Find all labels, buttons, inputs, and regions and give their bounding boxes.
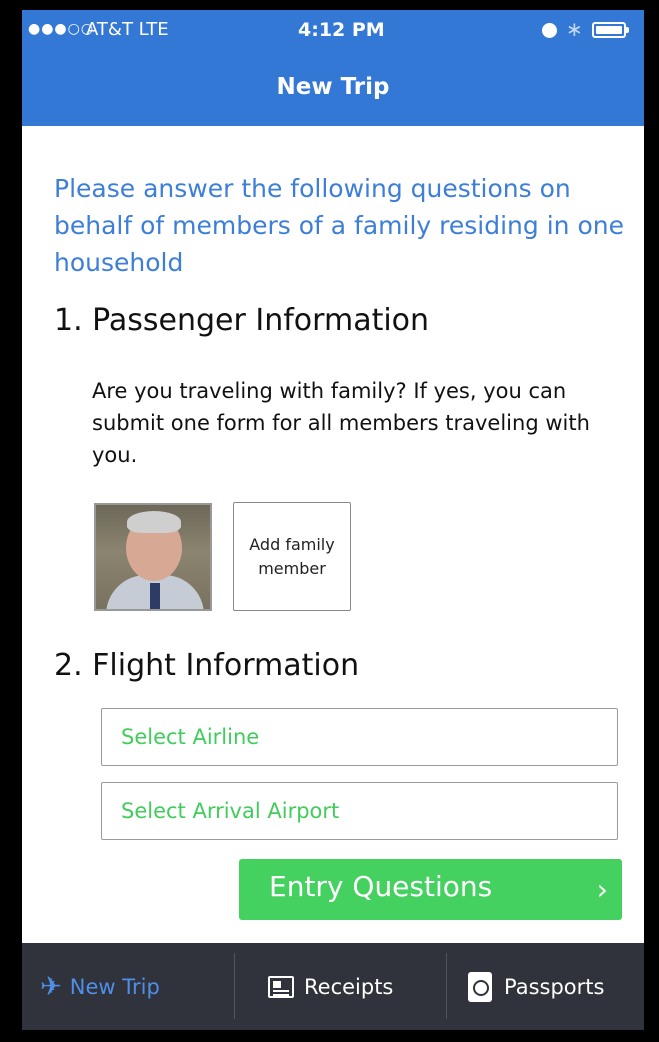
signal-strength-icon: ●●●○○ <box>28 21 95 37</box>
add-family-member-button[interactable]: Add family member <box>233 502 351 611</box>
alarm-icon <box>542 23 557 38</box>
tab-new-trip-label: New Trip <box>69 974 160 999</box>
tab-receipts-label: Receipts <box>304 974 394 999</box>
receipt-icon <box>268 975 294 998</box>
passport-icon <box>468 971 492 1002</box>
phone-frame: ●●●○○ AT&T LTE 4:12 PM ∗ New Trip Please… <box>0 0 659 1042</box>
intro-text: Please answer the following questions on… <box>54 174 624 277</box>
select-airline-field[interactable]: Select Airline <box>101 708 618 766</box>
tab-passports-label: Passports <box>504 974 605 999</box>
header: ●●●○○ AT&T LTE 4:12 PM ∗ New Trip <box>22 10 644 126</box>
avatar-tie <box>150 583 160 609</box>
tab-bar: ✈ New Trip Receipts Passports <box>22 943 644 1030</box>
app-screen: ●●●○○ AT&T LTE 4:12 PM ∗ New Trip Please… <box>22 10 644 1030</box>
tab-receipts[interactable]: Receipts <box>268 943 393 1030</box>
tab-passports[interactable]: Passports <box>468 943 604 1030</box>
plane-icon: ✈ <box>40 971 62 1002</box>
clock: 4:12 PM <box>298 19 385 41</box>
battery-icon <box>592 22 629 38</box>
passenger-section-title: 1. Passenger Information <box>54 303 430 338</box>
tab-divider <box>446 953 447 1019</box>
tab-divider <box>234 953 235 1019</box>
flight-section-title: 2. Flight Information <box>54 648 360 683</box>
bluetooth-icon: ∗ <box>566 17 583 41</box>
page-title: New Trip <box>276 74 390 100</box>
chevron-right-icon: › <box>596 873 608 906</box>
avatar-hair <box>127 511 181 533</box>
select-arrival-airport-field[interactable]: Select Arrival Airport <box>101 782 618 840</box>
carrier-label: AT&T LTE <box>86 19 169 40</box>
status-bar: ●●●○○ AT&T LTE 4:12 PM ∗ <box>22 10 644 50</box>
passenger-section-description: Are you traveling with family? If yes, y… <box>92 379 590 467</box>
entry-questions-button[interactable]: Entry Questions › <box>239 859 622 920</box>
tab-new-trip[interactable]: ✈ New Trip <box>40 943 160 1030</box>
passenger-avatar[interactable] <box>94 503 212 611</box>
add-family-member-label: Add family member <box>249 534 335 578</box>
entry-questions-label: Entry Questions <box>269 870 493 903</box>
